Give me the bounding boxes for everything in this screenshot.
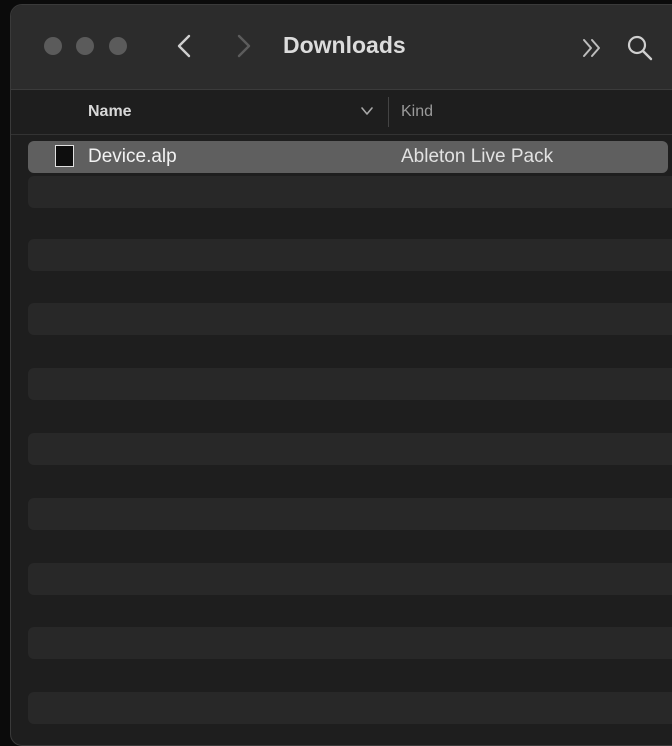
close-button[interactable]: [44, 37, 62, 55]
document-icon: [55, 145, 74, 167]
column-divider[interactable]: [388, 97, 389, 127]
more-chevron-icon: [583, 39, 600, 57]
list-row-empty: [28, 563, 672, 595]
file-name: Device.alp: [88, 146, 177, 167]
window-title: Downloads: [283, 32, 406, 58]
toolbar: Downloads: [11, 5, 672, 90]
list-row-empty: [28, 303, 672, 335]
forward-icon: [237, 34, 251, 58]
column-header: Name Kind: [11, 90, 672, 135]
back-icon: [177, 34, 191, 58]
list-row-empty: [28, 239, 672, 271]
search-button[interactable]: [625, 33, 655, 63]
list-row-empty: [28, 627, 672, 659]
chevron-down-icon[interactable]: [360, 105, 374, 117]
file-row[interactable]: Device.alp Ableton Live Pack: [28, 141, 668, 173]
file-kind: Ableton Live Pack: [401, 146, 554, 167]
list-row-empty: [28, 176, 672, 208]
search-icon: [627, 35, 653, 61]
column-name-header[interactable]: Name: [88, 103, 132, 121]
forward-button[interactable]: [230, 31, 256, 61]
minimize-button[interactable]: [76, 37, 94, 55]
column-kind-header[interactable]: Kind: [401, 103, 433, 121]
list-row-empty: [28, 368, 672, 400]
list-row-empty: [28, 433, 672, 465]
list-row-empty: [28, 692, 672, 724]
list-row-empty: [28, 498, 672, 530]
back-button[interactable]: [172, 31, 198, 61]
finder-window: Downloads Name Kind Device.alp Ableton L…: [10, 4, 672, 746]
zoom-button[interactable]: [109, 37, 127, 55]
more-toolbar-button[interactable]: [578, 33, 608, 63]
